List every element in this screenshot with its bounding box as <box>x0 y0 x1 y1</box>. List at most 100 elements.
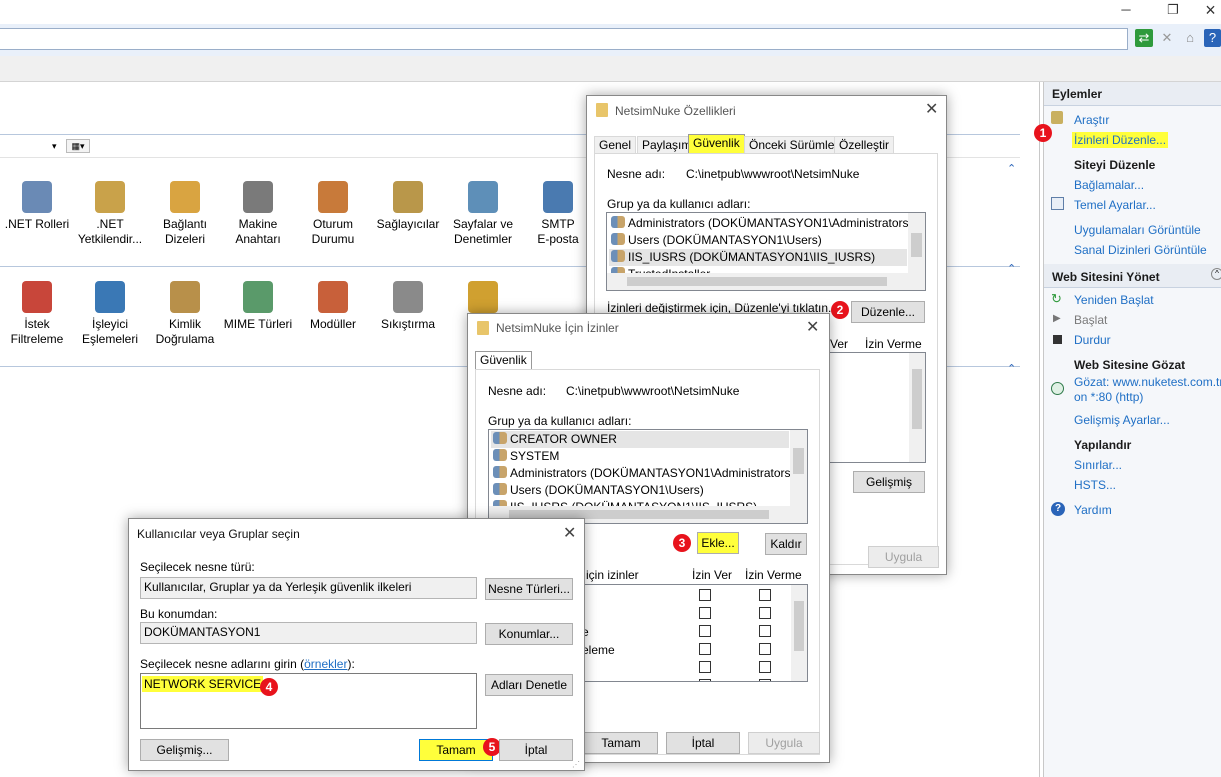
feature-r2-4[interactable]: Modüller <box>293 281 373 332</box>
perm-user-list[interactable]: CREATOR OWNER SYSTEM Administrators (DOK… <box>488 429 808 524</box>
tab-onceki-surumler[interactable]: Önceki Sürümler <box>744 136 844 154</box>
list-item[interactable]: SYSTEM <box>493 448 559 465</box>
view-mode-icon[interactable]: ▦▾ <box>66 139 90 153</box>
ok-button[interactable]: Tamam <box>584 732 658 754</box>
deny-checkbox[interactable] <box>759 643 771 655</box>
list-item[interactable]: Users (DOKÜMANTASYON1\Users) <box>493 482 704 499</box>
allow-checkbox[interactable] <box>699 643 711 655</box>
vertical-scrollbar[interactable] <box>908 213 925 275</box>
remove-button[interactable]: Kaldır <box>765 533 807 555</box>
collapse-group-icon[interactable]: ⌃ <box>1007 162 1016 175</box>
settings-icon <box>1051 197 1064 210</box>
names-textarea[interactable]: NETWORK SERVICE <box>140 673 477 729</box>
restart-link[interactable]: Yeniden Başlat <box>1074 293 1154 307</box>
feature-r1-1[interactable]: .NET Yetkilendir... <box>70 181 150 247</box>
vertical-scrollbar[interactable] <box>791 585 807 681</box>
apply-button[interactable]: Uygula <box>748 732 820 754</box>
feature-r1-4[interactable]: Oturum Durumu <box>293 181 373 247</box>
close-icon[interactable]: ✕ <box>563 526 576 542</box>
check-names-button[interactable]: Adları Denetle <box>485 674 573 696</box>
deny-checkbox[interactable] <box>759 625 771 637</box>
collapse-group-icon[interactable]: ⌃ <box>1007 262 1016 275</box>
vertical-scrollbar[interactable] <box>909 353 925 462</box>
allow-checkbox[interactable] <box>699 607 711 619</box>
view-applications-link[interactable]: Uygulamaları Görüntüle <box>1074 223 1201 237</box>
help-icon[interactable]: ? <box>1204 29 1221 47</box>
edit-button[interactable]: Düzenle... <box>851 301 925 323</box>
bindings-link[interactable]: Bağlamalar... <box>1074 178 1144 192</box>
allow-checkbox[interactable] <box>699 625 711 637</box>
object-types-button[interactable]: Nesne Türleri... <box>485 578 573 600</box>
minimize-button[interactable]: ─ <box>1116 2 1136 20</box>
list-item[interactable]: Administrators (DOKÜMANTASYON1\Administr… <box>611 215 913 232</box>
resize-grip[interactable]: ⋰ <box>572 760 580 769</box>
stop-link[interactable]: Durdur <box>1074 333 1111 347</box>
arastir-link[interactable]: Araştır <box>1074 113 1109 127</box>
feature-r2-2[interactable]: Kimlik Doğrulama <box>145 281 225 347</box>
restore-button[interactable]: ❐ <box>1163 2 1183 20</box>
allow-checkbox[interactable] <box>699 661 711 673</box>
advanced-button[interactable]: Gelişmiş... <box>140 739 229 761</box>
vertical-scrollbar[interactable] <box>790 430 807 508</box>
feature-r1-2[interactable]: Bağlantı Dizeleri <box>145 181 225 247</box>
tab-guvenlik[interactable]: Güvenlik <box>688 134 745 154</box>
close-icon[interactable]: ✕ <box>806 320 819 336</box>
advanced-settings-link[interactable]: Gelişmiş Ayarlar... <box>1074 413 1170 427</box>
apply-button[interactable]: Uygula <box>868 546 939 568</box>
limits-link[interactable]: Sınırlar... <box>1074 458 1122 472</box>
help-link[interactable]: Yardım <box>1074 503 1112 517</box>
feature-r2-0[interactable]: İstek Filtreleme <box>0 281 77 347</box>
collapse-group-icon[interactable]: ⌃ <box>1007 362 1016 375</box>
allow-col-header: İzin Ver <box>692 568 733 582</box>
user-group-icon <box>493 483 507 495</box>
stop-icon[interactable]: ✕ <box>1158 29 1176 47</box>
cancel-button[interactable]: İptal <box>499 739 573 761</box>
group-dropdown-arrow[interactable]: ▾ <box>52 141 57 152</box>
feature-r1-5[interactable]: Sağlayıcılar <box>368 181 448 232</box>
ok-button[interactable]: Tamam <box>419 739 493 761</box>
list-item-selected[interactable]: CREATOR OWNER <box>491 431 789 448</box>
feature-r1-6[interactable]: Sayfalar ve Denetimler <box>443 181 523 247</box>
deny-checkbox[interactable] <box>759 661 771 673</box>
cancel-button[interactable]: İptal <box>666 732 740 754</box>
feature-r1-0[interactable]: .NET Rolleri <box>0 181 77 232</box>
feature-icon <box>170 181 200 213</box>
examples-link[interactable]: örnekler <box>304 657 347 671</box>
view-virtual-dirs-link[interactable]: Sanal Dizinleri Görüntüle <box>1074 243 1207 257</box>
allow-checkbox[interactable] <box>699 679 711 681</box>
deny-checkbox[interactable] <box>759 679 771 681</box>
browse-url-link[interactable]: Gözat: www.nuketest.com.tr <box>1074 375 1221 389</box>
collapse-section-icon[interactable]: ^ <box>1211 268 1221 280</box>
group-users-label: Grup ya da kullanıcı adları: <box>488 414 632 428</box>
list-item[interactable]: Users (DOKÜMANTASYON1\Users) <box>611 232 822 249</box>
list-item-selected[interactable]: IIS_IUSRS (DOKÜMANTASYON1\IIS_IUSRS) <box>609 249 907 266</box>
address-input[interactable] <box>0 28 1128 50</box>
perm-row-label: eleme <box>583 643 615 657</box>
list-item[interactable]: Administrators (DOKÜMANTASYON1\Administr… <box>493 465 795 482</box>
close-icon[interactable]: ✕ <box>925 102 938 118</box>
feature-r2-3[interactable]: MIME Türleri <box>218 281 298 332</box>
horizontal-scrollbar[interactable] <box>607 273 925 290</box>
locations-button[interactable]: Konumlar... <box>485 623 573 645</box>
hsts-link[interactable]: HSTS... <box>1074 478 1116 492</box>
deny-checkbox[interactable] <box>759 589 771 601</box>
feature-r2-5[interactable]: Sıkıştırma <box>368 281 448 332</box>
deny-checkbox[interactable] <box>759 607 771 619</box>
browse-port-link[interactable]: on *:80 (http) <box>1074 390 1143 404</box>
tab-ozellestir[interactable]: Özelleştir <box>834 136 895 154</box>
home-icon[interactable]: ⌂ <box>1181 29 1199 47</box>
add-button[interactable]: Ekle... <box>697 532 739 554</box>
feature-r2-1[interactable]: İşleyici Eşlemeleri <box>70 281 150 347</box>
edit-permissions-link[interactable]: İzinleri Düzenle... <box>1072 132 1169 148</box>
close-window-button[interactable]: × <box>1200 0 1221 20</box>
feature-r1-3[interactable]: Makine Anahtarı <box>218 181 298 247</box>
advanced-button[interactable]: Gelişmiş <box>853 471 925 493</box>
props-user-list[interactable]: Administrators (DOKÜMANTASYON1\Administr… <box>606 212 926 291</box>
basic-settings-link[interactable]: Temel Ayarlar... <box>1074 198 1156 212</box>
start-link[interactable]: Başlat <box>1074 313 1107 327</box>
refresh-icon[interactable]: ⇄ <box>1135 29 1153 47</box>
tab-genel[interactable]: Genel <box>594 136 637 154</box>
tab-guvenlik[interactable]: Güvenlik <box>475 351 532 370</box>
feature-icon <box>95 181 125 213</box>
allow-checkbox[interactable] <box>699 589 711 601</box>
